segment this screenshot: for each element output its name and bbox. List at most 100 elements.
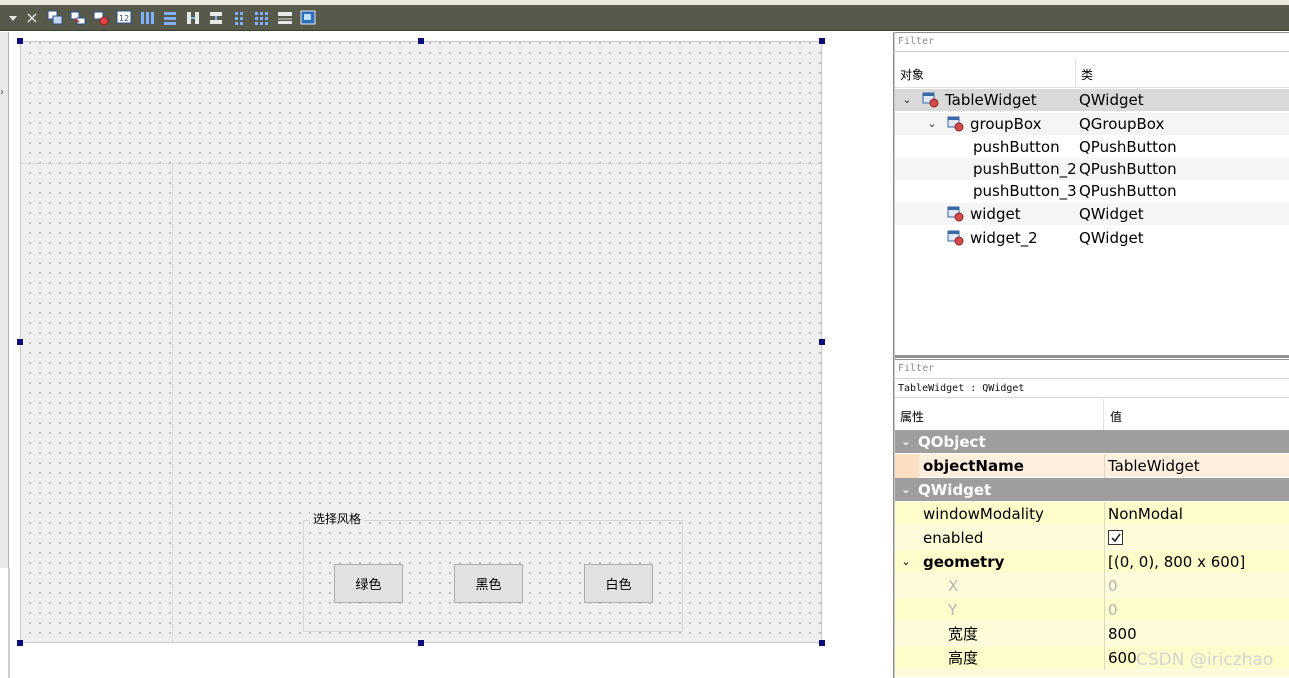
enabled-checkbox[interactable] bbox=[1108, 530, 1123, 545]
layout-guide-vertical bbox=[172, 163, 173, 641]
property-value[interactable]: 800 bbox=[1108, 622, 1137, 646]
property-row-geometry[interactable]: ⌄ geometry [(0, 0), 800 x 600] bbox=[895, 550, 1289, 574]
column-header-value[interactable]: 值 bbox=[1110, 408, 1122, 425]
group-label: QObject bbox=[918, 433, 986, 451]
layout-vertical-splitter-icon[interactable] bbox=[207, 9, 225, 27]
edit-buddies-icon[interactable] bbox=[92, 9, 110, 27]
chevron-down-icon[interactable]: ⌄ bbox=[899, 478, 913, 502]
column-divider bbox=[1104, 598, 1105, 622]
property-value[interactable]: NonModal bbox=[1108, 502, 1183, 526]
resize-handle-bottom[interactable] bbox=[418, 640, 424, 646]
layout-vertical-icon[interactable] bbox=[161, 9, 179, 27]
resize-handle-top-right[interactable] bbox=[819, 38, 825, 44]
object-class: QPushButton bbox=[1079, 138, 1177, 156]
chevron-down-icon[interactable]: ⌄ bbox=[899, 430, 913, 454]
dropdown-arrow-icon[interactable] bbox=[4, 9, 22, 27]
layout-horizontal-icon[interactable] bbox=[138, 9, 156, 27]
left-dock-edge: › bbox=[0, 32, 9, 568]
property-group-qobject[interactable]: ⌄ QObject bbox=[895, 430, 1289, 454]
break-layout-icon[interactable] bbox=[276, 9, 294, 27]
chevron-down-icon[interactable]: ⌄ bbox=[899, 550, 913, 574]
svg-text:12: 12 bbox=[119, 14, 129, 23]
property-row-enabled[interactable]: enabled bbox=[895, 526, 1289, 550]
layout-guide-horizontal bbox=[21, 163, 821, 164]
resize-handle-bottom-right[interactable] bbox=[819, 640, 825, 646]
property-value[interactable]: 600 bbox=[1108, 646, 1137, 670]
column-header-object[interactable]: 对象 bbox=[900, 66, 924, 83]
tree-row-widget[interactable]: widget QWidget bbox=[895, 203, 1289, 225]
property-value[interactable]: 0 bbox=[1108, 598, 1118, 622]
dock-panel-divider[interactable] bbox=[895, 355, 1289, 358]
row-gutter bbox=[895, 454, 919, 478]
column-divider bbox=[1104, 502, 1105, 526]
property-name: windowModality bbox=[923, 505, 1044, 523]
adjust-size-icon[interactable] bbox=[299, 9, 317, 27]
object-inspector-filter-input[interactable]: Filter bbox=[895, 32, 1289, 52]
checkmark-icon bbox=[1111, 533, 1121, 543]
property-value[interactable]: TableWidget bbox=[1108, 454, 1200, 478]
resize-handle-left[interactable] bbox=[17, 339, 23, 345]
chevron-down-icon[interactable]: ⌄ bbox=[925, 113, 939, 135]
groupbox-style-select[interactable]: 选择风格 绿色 黑色 白色 bbox=[303, 511, 683, 632]
edit-signals-slots-icon[interactable] bbox=[69, 9, 87, 27]
column-divider bbox=[1104, 646, 1105, 670]
object-name: widget bbox=[970, 205, 1021, 223]
resize-handle-top-left[interactable] bbox=[17, 38, 23, 44]
column-divider bbox=[1104, 574, 1105, 598]
property-name: 高度 bbox=[948, 649, 979, 667]
edit-widgets-icon[interactable] bbox=[46, 9, 64, 27]
property-value[interactable]: [(0, 0), 800 x 600] bbox=[1108, 550, 1245, 574]
property-row-windowmodality[interactable]: windowModality NonModal bbox=[895, 502, 1289, 526]
property-row-x[interactable]: X 0 bbox=[895, 574, 1289, 598]
chevron-down-icon[interactable]: ⌄ bbox=[900, 89, 914, 111]
column-header-property[interactable]: 属性 bbox=[900, 408, 924, 425]
resize-handle-bottom-left[interactable] bbox=[17, 640, 23, 646]
form-canvas[interactable]: 选择风格 绿色 黑色 白色 bbox=[20, 41, 822, 643]
form-editor-toolbar: 12 bbox=[0, 5, 1289, 31]
column-divider bbox=[1075, 58, 1076, 88]
property-group-qwidget[interactable]: ⌄ QWidget bbox=[895, 478, 1289, 502]
object-class: QGroupBox bbox=[1079, 115, 1165, 133]
object-class: QWidget bbox=[1079, 205, 1144, 223]
widget-icon bbox=[922, 92, 939, 108]
chevron-left-icon: › bbox=[0, 87, 4, 98]
watermark: CSDN @iriczhao bbox=[1136, 650, 1274, 670]
tree-row-widget-2[interactable]: widget_2 QWidget bbox=[895, 227, 1289, 249]
object-name: TableWidget bbox=[945, 91, 1037, 109]
column-header-class[interactable]: 类 bbox=[1081, 66, 1093, 83]
property-editor-filter-input[interactable]: Filter bbox=[895, 359, 1289, 379]
widget-icon bbox=[947, 206, 964, 222]
property-row-y[interactable]: Y 0 bbox=[895, 598, 1289, 622]
property-name: Y bbox=[948, 601, 958, 619]
black-button[interactable]: 黑色 bbox=[454, 564, 523, 603]
object-class: QWidget bbox=[1079, 91, 1144, 109]
resize-handle-top[interactable] bbox=[418, 38, 424, 44]
edit-tab-order-icon[interactable]: 12 bbox=[115, 9, 133, 27]
object-inspector-header: 对象 类 bbox=[895, 58, 1289, 88]
layout-horizontal-splitter-icon[interactable] bbox=[184, 9, 202, 27]
tree-row-pushbutton-3[interactable]: pushButton_3 QPushButton bbox=[895, 180, 1289, 202]
object-name: pushButton_2 bbox=[973, 160, 1077, 178]
property-row-width[interactable]: 宽度 800 bbox=[895, 622, 1289, 646]
tree-row-pushbutton[interactable]: pushButton QPushButton bbox=[895, 136, 1289, 158]
tree-row-groupbox[interactable]: ⌄ groupBox QGroupBox bbox=[895, 113, 1289, 135]
tree-row-pushbutton-2[interactable]: pushButton_2 QPushButton bbox=[895, 158, 1289, 180]
property-editor-caption: TableWidget : QWidget bbox=[895, 380, 1289, 398]
object-name: pushButton_3 bbox=[973, 182, 1077, 200]
layout-form-icon[interactable] bbox=[253, 9, 271, 27]
object-name: pushButton bbox=[973, 138, 1060, 156]
tree-row-tablewidget[interactable]: ⌄ TableWidget QWidget bbox=[895, 89, 1289, 111]
property-name: enabled bbox=[923, 529, 984, 547]
left-dock-divider bbox=[8, 568, 10, 678]
close-x-icon[interactable] bbox=[23, 9, 41, 27]
property-value[interactable]: 0 bbox=[1108, 574, 1118, 598]
resize-handle-right[interactable] bbox=[819, 339, 825, 345]
property-name: objectName bbox=[923, 457, 1024, 475]
property-row-objectname[interactable]: objectName TableWidget bbox=[895, 454, 1289, 478]
column-divider bbox=[1104, 550, 1105, 574]
property-name: 宽度 bbox=[948, 625, 979, 643]
green-button[interactable]: 绿色 bbox=[334, 564, 403, 603]
layout-grid-icon[interactable] bbox=[230, 9, 248, 27]
white-button[interactable]: 白色 bbox=[584, 564, 653, 603]
column-divider bbox=[1104, 622, 1105, 646]
